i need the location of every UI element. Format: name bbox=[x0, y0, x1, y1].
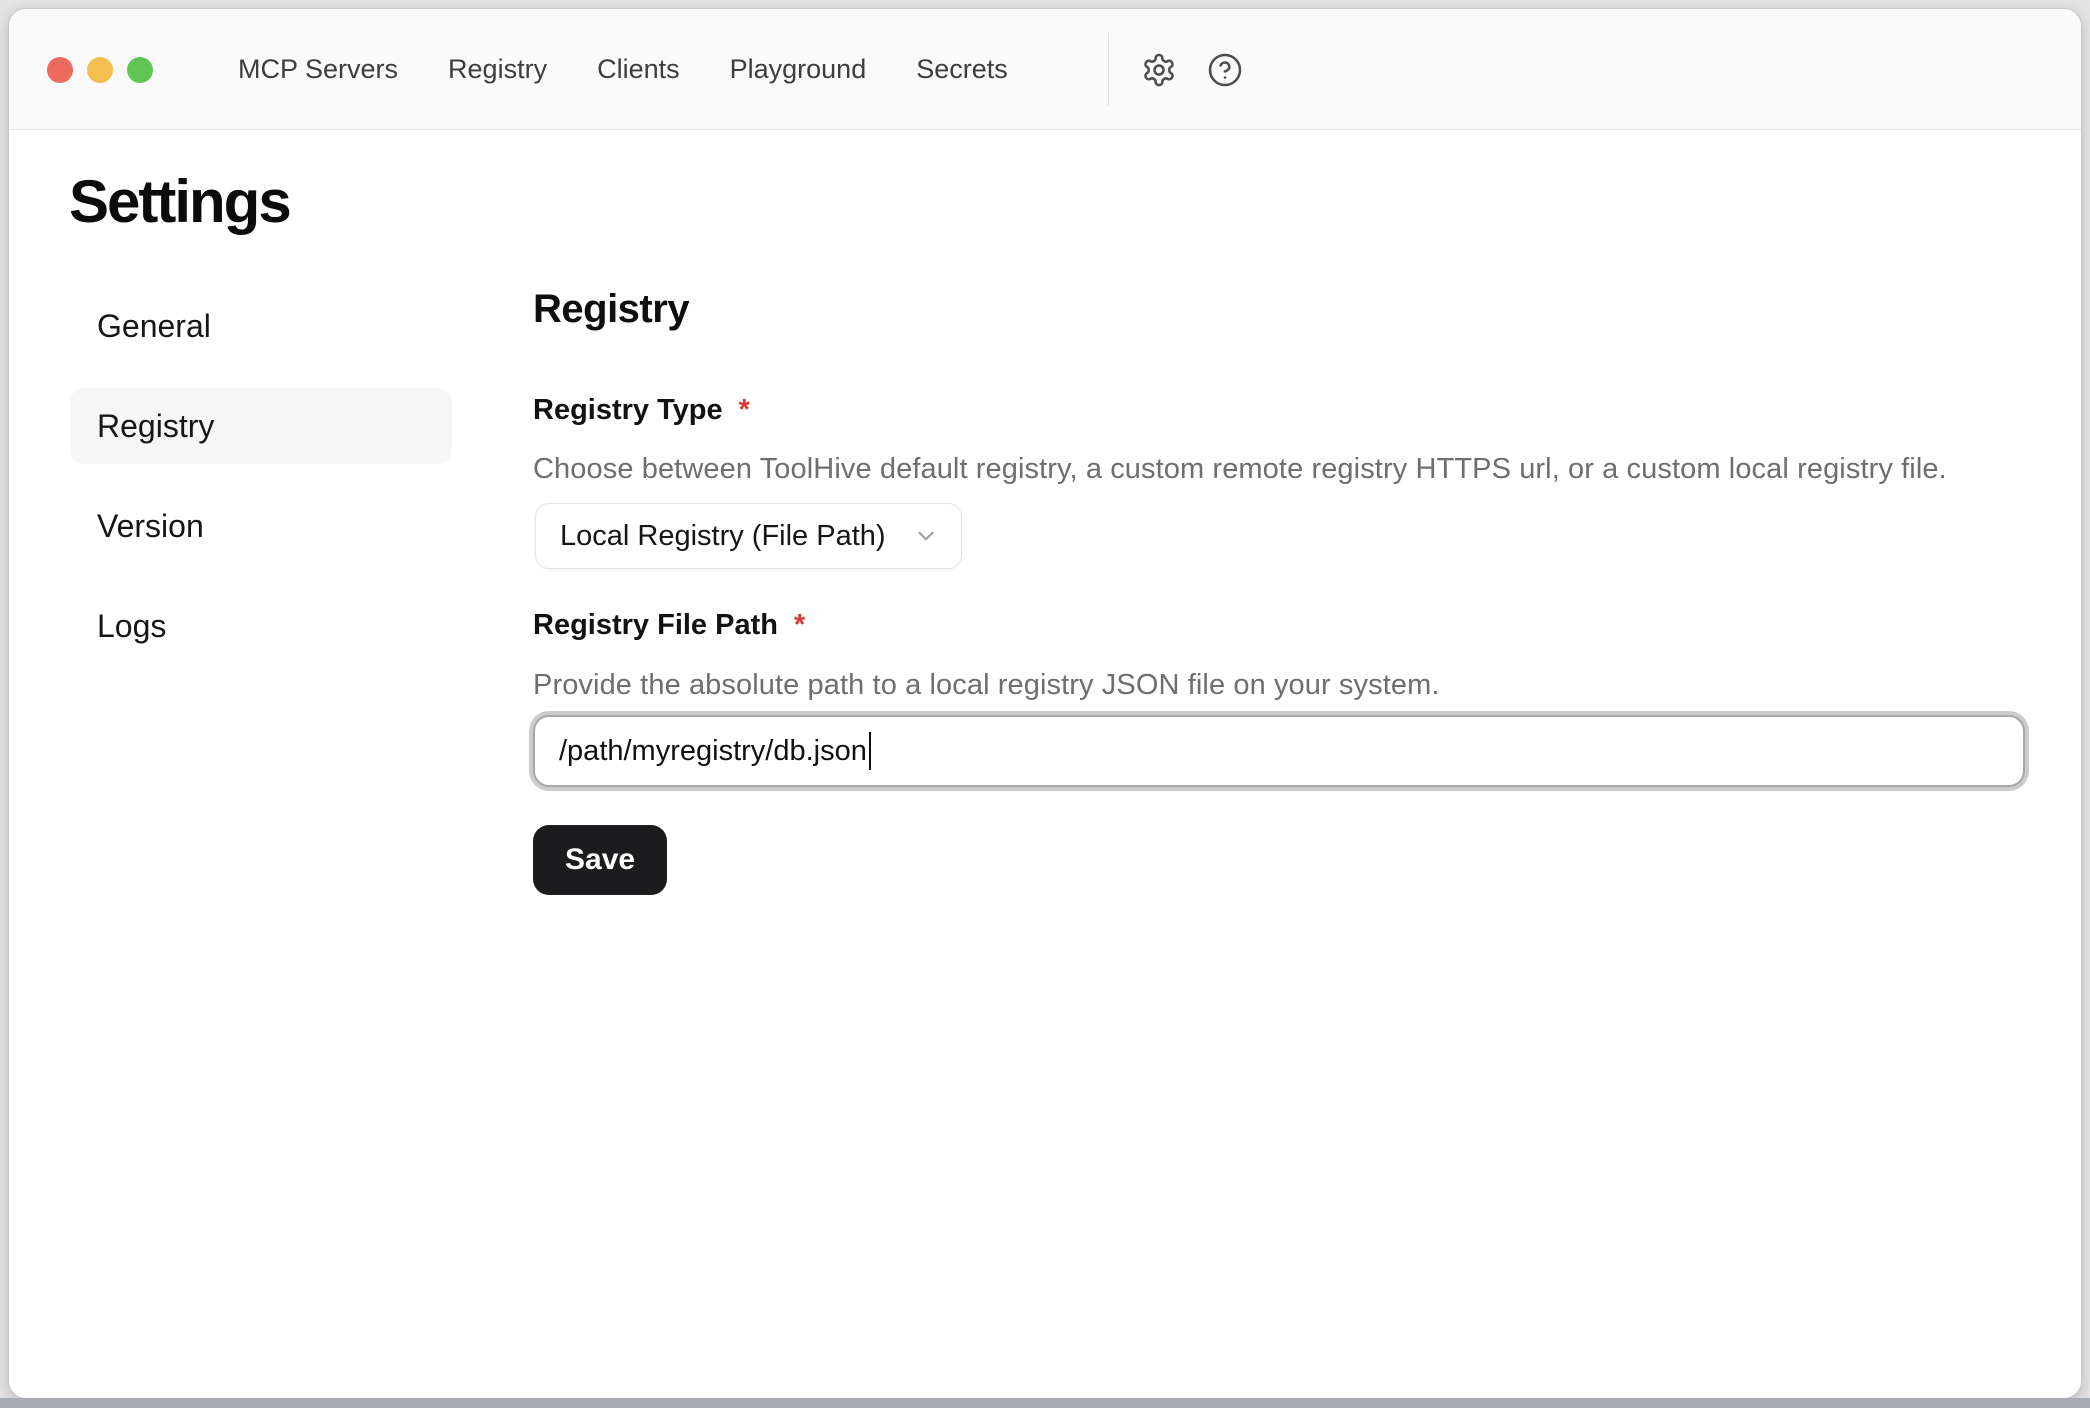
nav-item-registry[interactable]: Registry bbox=[448, 54, 547, 85]
chevron-down-icon bbox=[913, 523, 939, 549]
sidebar-item-logs[interactable]: Logs bbox=[70, 588, 452, 664]
registry-type-description: Choose between ToolHive default registry… bbox=[533, 453, 1947, 486]
sidebar-item-general[interactable]: General bbox=[70, 288, 452, 364]
file-path-description: Provide the absolute path to a local reg… bbox=[533, 669, 1440, 702]
file-path-input[interactable]: /path/myregistry/db.json bbox=[533, 715, 2025, 787]
close-button[interactable] bbox=[47, 57, 73, 83]
background-window-edge bbox=[0, 1398, 2090, 1408]
sidebar-item-registry[interactable]: Registry bbox=[70, 388, 452, 464]
sidebar-item-version[interactable]: Version bbox=[70, 488, 452, 564]
text-cursor bbox=[869, 732, 871, 770]
registry-type-label-text: Registry Type bbox=[533, 394, 723, 426]
help-circle-icon[interactable] bbox=[1206, 51, 1244, 89]
titlebar-divider bbox=[1108, 33, 1109, 106]
nav-item-secrets[interactable]: Secrets bbox=[916, 54, 1008, 85]
file-path-label-text: Registry File Path bbox=[533, 609, 778, 641]
minimize-button[interactable] bbox=[87, 57, 113, 83]
nav-item-clients[interactable]: Clients bbox=[597, 54, 680, 85]
app-window: MCP Servers Registry Clients Playground … bbox=[8, 8, 2082, 1399]
registry-type-label: Registry Type * bbox=[533, 394, 750, 427]
page-title: Settings bbox=[69, 167, 290, 236]
zoom-button[interactable] bbox=[127, 57, 153, 83]
gear-icon[interactable] bbox=[1140, 51, 1178, 89]
save-button[interactable]: Save bbox=[533, 825, 667, 895]
file-path-input-value: /path/myregistry/db.json bbox=[559, 735, 867, 768]
section-heading: Registry bbox=[533, 287, 689, 332]
nav-item-mcp-servers[interactable]: MCP Servers bbox=[238, 54, 398, 85]
nav-item-playground[interactable]: Playground bbox=[730, 54, 867, 85]
window-controls bbox=[47, 57, 153, 83]
registry-type-selected-value: Local Registry (File Path) bbox=[560, 520, 886, 553]
registry-type-select[interactable]: Local Registry (File Path) bbox=[535, 503, 962, 569]
titlebar: MCP Servers Registry Clients Playground … bbox=[9, 9, 2081, 130]
required-asterisk: * bbox=[794, 609, 805, 641]
file-path-label: Registry File Path * bbox=[533, 609, 805, 642]
top-navigation: MCP Servers Registry Clients Playground … bbox=[238, 9, 1008, 130]
settings-sidebar: General Registry Version Logs bbox=[70, 288, 452, 688]
required-asterisk: * bbox=[739, 394, 750, 426]
